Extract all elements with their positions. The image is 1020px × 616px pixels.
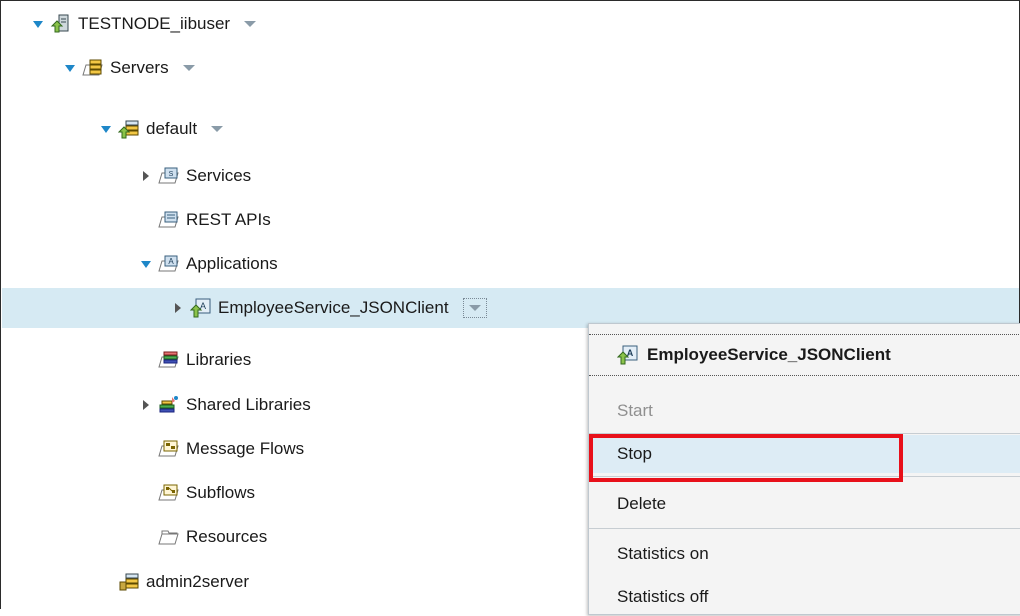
tree-item-label: EmployeeService_JSONClient	[218, 298, 449, 317]
tree-item-server-default[interactable]: default	[2, 109, 1019, 149]
application-icon: A	[190, 298, 212, 318]
tree-item-node[interactable]: TESTNODE_iibuser	[2, 4, 1019, 44]
tree-item-label: Services	[186, 166, 252, 185]
application-icon: A	[617, 345, 639, 365]
expand-toggle[interactable]	[138, 397, 154, 413]
tree-item-label: admin2server	[146, 572, 249, 591]
shared-libraries-icon	[158, 395, 180, 415]
rest-apis-folder-icon	[158, 210, 180, 230]
expand-toggle[interactable]	[62, 60, 78, 76]
tree-item-label: Servers	[110, 58, 169, 77]
subflows-folder-icon	[158, 483, 180, 503]
svg-text:S: S	[169, 171, 174, 178]
services-folder-icon: S	[158, 166, 180, 186]
stop-highlight-box	[589, 434, 903, 482]
tree-item-servers[interactable]: Servers	[2, 48, 1019, 88]
tree-item-label: REST APIs	[186, 210, 271, 229]
svg-text:A: A	[168, 257, 174, 266]
tree-item-label: TESTNODE_iibuser	[78, 14, 231, 33]
tree-item-application-employeeservice[interactable]: A EmployeeService_JSONClient	[2, 288, 1019, 328]
menu-item-statistics-off[interactable]: Statistics off	[589, 578, 1020, 616]
menu-item-statistics-on[interactable]: Statistics on	[589, 535, 1020, 573]
tree-item-label: Resources	[186, 527, 268, 546]
menu-item-label: Delete	[617, 494, 667, 513]
context-menu-title: EmployeeService_JSONClient	[647, 345, 891, 364]
tree-item-label: Libraries	[186, 350, 252, 369]
expand-toggle[interactable]	[98, 121, 114, 137]
expand-toggle[interactable]	[170, 300, 186, 316]
menu-item-label: Statistics off	[617, 587, 709, 606]
menu-item-delete[interactable]: Delete	[589, 485, 1020, 523]
expand-toggle[interactable]	[30, 16, 46, 32]
expand-toggle[interactable]	[138, 168, 154, 184]
tree-item-applications[interactable]: A Applications	[2, 244, 1019, 284]
resources-folder-icon	[158, 527, 180, 547]
menu-item-label: Start	[617, 401, 653, 420]
integration-server-icon	[118, 572, 140, 592]
servers-menu-dropdown[interactable]	[182, 65, 195, 71]
tree-item-label: Applications	[186, 254, 278, 273]
integration-server-icon	[118, 119, 140, 139]
tree-item-services[interactable]: S Services	[2, 156, 1019, 196]
context-menu-header: A EmployeeService_JSONClient	[589, 334, 1020, 376]
application-menu-dropdown[interactable]	[462, 298, 487, 318]
menu-item-label: Statistics on	[617, 544, 709, 563]
tree-item-label: default	[146, 119, 198, 138]
tree-item-label: Subflows	[186, 483, 255, 502]
tree-item-rest-apis[interactable]: REST APIs	[2, 200, 1019, 240]
message-flows-folder-icon	[158, 439, 180, 459]
libraries-folder-icon	[158, 350, 180, 370]
server-menu-dropdown[interactable]	[211, 126, 224, 132]
tree-item-label: Shared Libraries	[186, 395, 311, 414]
expand-toggle[interactable]	[138, 256, 154, 272]
menu-item-start[interactable]: Start	[589, 392, 1020, 430]
applications-folder-icon: A	[158, 254, 180, 274]
menu-separator	[589, 528, 1020, 529]
integration-node-icon	[50, 14, 72, 34]
tree-item-label: Message Flows	[186, 439, 305, 458]
node-menu-dropdown[interactable]	[244, 21, 257, 27]
servers-folder-icon	[82, 58, 104, 78]
